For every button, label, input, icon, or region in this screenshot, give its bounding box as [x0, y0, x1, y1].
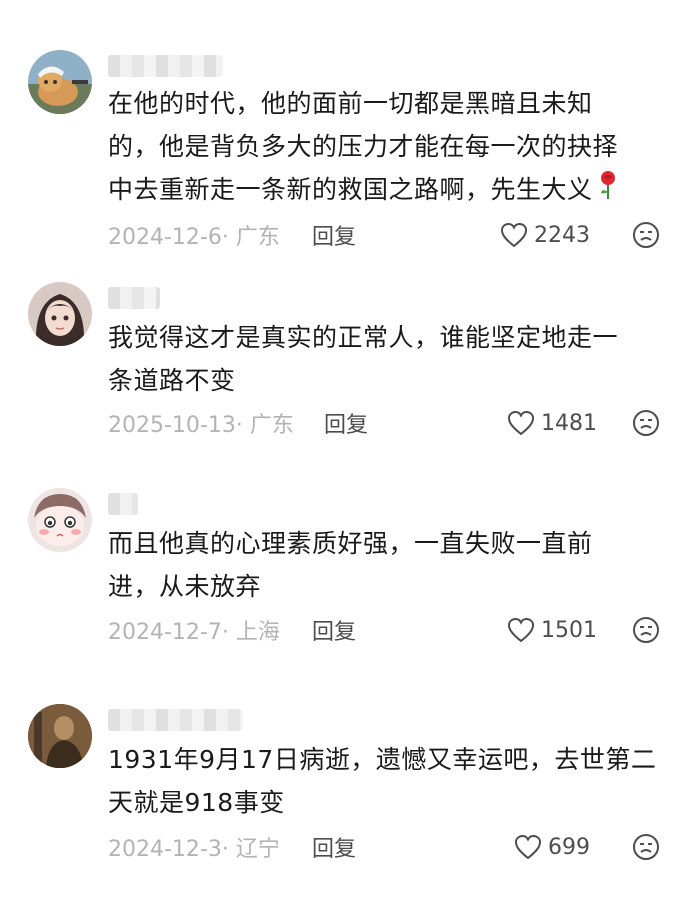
comment-line: 中去重新走一条新的救国之路啊，先生大义 [108, 168, 653, 213]
reply-button[interactable]: 回复 [324, 408, 368, 438]
dislike-face-icon [633, 222, 659, 248]
dislike-face-icon [633, 410, 659, 436]
comment-date: 2024-12-3· 辽宁 [108, 837, 280, 862]
dislike-button[interactable] [632, 221, 660, 249]
avatar[interactable] [28, 704, 92, 768]
avatar[interactable] [28, 282, 92, 346]
comment-date: 2024-12-7· 上海 [108, 620, 280, 645]
like-button[interactable]: 1481 [507, 408, 597, 438]
username-blurred[interactable] [108, 55, 223, 77]
avatar[interactable] [28, 488, 92, 552]
cartoon-face-avatar-icon [28, 488, 92, 552]
heart-icon [500, 222, 528, 248]
reply-button[interactable]: 回复 [312, 220, 356, 250]
comment-text: 在他的时代，他的面前一切都是黑暗且未知 的，他是背负多大的压力才能在每一次的抉择… [108, 82, 653, 213]
comment-line: 在他的时代，他的面前一切都是黑暗且未知 [108, 89, 593, 118]
username-blurred[interactable] [108, 287, 160, 309]
comment-meta: 2024-12-3· 辽宁 [108, 832, 280, 862]
like-button[interactable]: 699 [514, 832, 590, 862]
comment-item: 在他的时代，他的面前一切都是黑暗且未知 的，他是背负多大的压力才能在每一次的抉择… [0, 0, 690, 260]
username-blurred[interactable] [108, 709, 243, 731]
comment-line: 我觉得这才是真实的正常人，谁能坚定地走一 [108, 323, 619, 352]
like-button[interactable]: 1501 [507, 615, 597, 645]
vintage-photo-avatar-icon [28, 704, 92, 768]
comment-item: 而且他真的心理素质好强，一直失败一直前 进，从未放弃 2024-12-7· 上海… [0, 470, 690, 680]
reply-button[interactable]: 回复 [312, 832, 356, 862]
avatar[interactable] [28, 50, 92, 114]
dislike-face-icon [633, 834, 659, 860]
comment-text: 1931年9月17日病逝，遗憾又幸运吧，去世第二 天就是918事变 [108, 738, 657, 824]
reply-button[interactable]: 回复 [312, 615, 356, 645]
cat-cyclist-avatar-icon [28, 50, 92, 114]
comment-line: 进，从未放弃 [108, 572, 262, 601]
like-count: 699 [548, 834, 590, 860]
heart-icon [507, 410, 535, 436]
comment-meta: 2025-10-13· 广东 [108, 408, 294, 438]
comment-line: 天就是918事变 [108, 788, 285, 817]
dislike-button[interactable] [632, 833, 660, 861]
comment-date: 2025-10-13· 广东 [108, 413, 294, 438]
rose-icon [597, 170, 619, 213]
like-count: 1481 [541, 410, 597, 436]
like-button[interactable]: 2243 [500, 220, 590, 250]
comment-item: 我觉得这才是真实的正常人，谁能坚定地走一 条道路不变 2025-10-13· 广… [0, 260, 690, 470]
heart-icon [507, 617, 535, 643]
comment-line: 而且他真的心理素质好强，一直失败一直前 [108, 529, 593, 558]
like-count: 2243 [534, 222, 590, 248]
comment-meta: 2024-12-7· 上海 [108, 615, 280, 645]
comment-line: 1931年9月17日病逝，遗憾又幸运吧，去世第二 [108, 745, 657, 774]
comment-text: 而且他真的心理素质好强，一直失败一直前 进，从未放弃 [108, 522, 653, 608]
username-blurred[interactable] [108, 493, 138, 515]
dislike-face-icon [633, 617, 659, 643]
comment-text: 我觉得这才是真实的正常人，谁能坚定地走一 条道路不变 [108, 316, 653, 402]
comment-line: 条道路不变 [108, 366, 236, 395]
heart-icon [514, 834, 542, 860]
comment-meta: 2024-12-6· 广东 [108, 220, 280, 250]
dislike-button[interactable] [632, 409, 660, 437]
comment-line: 的，他是背负多大的压力才能在每一次的抉择 [108, 132, 619, 161]
anime-girl-avatar-icon [28, 282, 92, 346]
comment-date: 2024-12-6· 广东 [108, 225, 280, 250]
like-count: 1501 [541, 617, 597, 643]
comment-line-text: 中去重新走一条新的救国之路啊，先生大义 [108, 175, 593, 204]
dislike-button[interactable] [632, 616, 660, 644]
comment-item: 1931年9月17日病逝，遗憾又幸运吧，去世第二 天就是918事变 2024-1… [0, 680, 690, 920]
